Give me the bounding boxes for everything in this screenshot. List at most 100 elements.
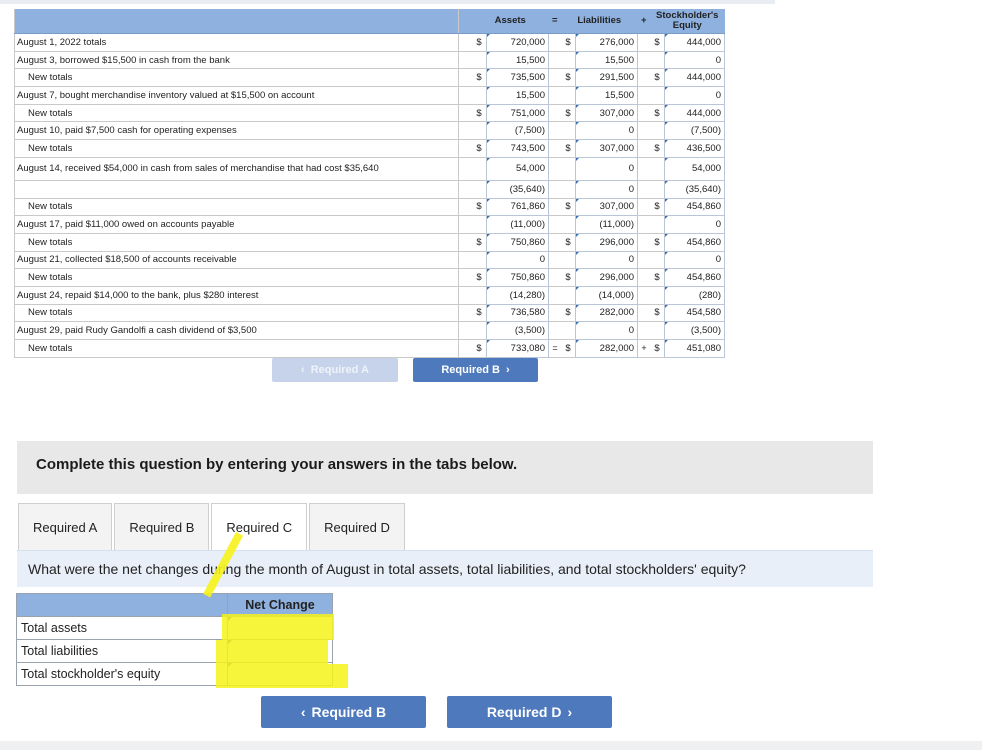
assets-cell[interactable]: 15,500	[486, 86, 549, 105]
row-description: New totals	[14, 139, 459, 158]
equals-sign	[548, 286, 561, 305]
plus-header: +	[637, 9, 650, 34]
table-header-row: Assets = Liabilities + Stockholder's Equi…	[14, 9, 725, 34]
currency-symbol	[561, 215, 576, 234]
equity-cell[interactable]: 0	[664, 250, 725, 270]
row-description: August 29, paid Rudy Gandolfi a cash div…	[14, 321, 459, 340]
liabilities-cell[interactable]: 282,000	[575, 339, 638, 358]
equals-sign	[548, 104, 561, 123]
plus-sign: +	[637, 339, 650, 358]
liabilities-cell[interactable]: 296,000	[575, 232, 638, 252]
row-description: New totals	[14, 68, 459, 88]
liabilities-cell[interactable]: 0	[575, 156, 638, 181]
liabilities-cell[interactable]: 15,500	[575, 86, 638, 105]
equity-cell[interactable]: 54,000	[664, 156, 725, 181]
liabilities-cell[interactable]: 0	[575, 121, 638, 141]
equity-cell[interactable]: 454,860	[664, 232, 725, 252]
question-bar: What were the net changes during the mon…	[17, 550, 873, 587]
assets-cell[interactable]: 750,860	[486, 232, 549, 252]
equity-cell[interactable]: (35,640)	[664, 179, 725, 199]
equity-cell[interactable]: 444,000	[664, 68, 725, 88]
currency-symbol: $	[650, 198, 665, 217]
liabilities-cell[interactable]: 276,000	[575, 33, 638, 52]
assets-cell[interactable]: 761,860	[486, 197, 549, 217]
equity-cell[interactable]: 444,000	[664, 103, 725, 123]
assets-cell[interactable]: (11,000)	[486, 215, 549, 234]
table-row: August 7, bought merchandise inventory v…	[14, 86, 725, 105]
assets-cell[interactable]: 733,080	[486, 339, 549, 358]
equity-cell[interactable]: 454,860	[664, 197, 725, 217]
table-row: New totals $733,080 = $282,000 + $451,080	[14, 339, 725, 358]
assets-cell[interactable]: (35,640)	[486, 179, 549, 199]
row-description	[14, 180, 459, 199]
equity-cell[interactable]: 454,580	[664, 303, 725, 323]
currency-symbol: $	[561, 104, 576, 123]
tab-required-b[interactable]: Required B	[114, 503, 210, 551]
equals-sign	[548, 268, 561, 287]
instruction-banner: Complete this question by entering your …	[17, 441, 873, 494]
assets-cell[interactable]: (3,500)	[486, 321, 549, 340]
equity-cell[interactable]: 451,080	[664, 339, 725, 358]
currency-symbol	[650, 51, 665, 70]
assets-cell[interactable]: 743,500	[486, 139, 549, 158]
tab-required-d[interactable]: Required D	[309, 503, 405, 551]
currency-symbol	[650, 215, 665, 234]
assets-cell[interactable]: (14,280)	[486, 285, 549, 305]
liabilities-cell[interactable]: 296,000	[575, 268, 638, 287]
assets-cell[interactable]: 720,000	[486, 33, 549, 52]
liabilities-cell[interactable]: 307,000	[575, 197, 638, 217]
required-d-button-bottom[interactable]: Required D ›	[447, 696, 612, 728]
liabilities-cell[interactable]: 307,000	[575, 139, 638, 158]
assets-cell[interactable]: 736,580	[486, 303, 549, 323]
table-row: August 24, repaid $14,000 to the bank, p…	[14, 285, 725, 305]
assets-cell[interactable]: 54,000	[486, 156, 549, 181]
currency-symbol	[561, 157, 576, 181]
liabilities-cell[interactable]: 0	[575, 250, 638, 270]
liabilities-cell[interactable]: (14,000)	[575, 285, 638, 305]
currency-symbol	[561, 286, 576, 305]
currency-symbol: $	[561, 233, 576, 252]
total-liabilities-label: Total liabilities	[16, 639, 228, 663]
currency-symbol: $	[650, 339, 665, 358]
equity-cell[interactable]: (7,500)	[664, 121, 725, 141]
assets-cell[interactable]: 735,500	[486, 68, 549, 88]
plus-sign	[637, 233, 650, 252]
row-description: August 17, paid $11,000 owed on accounts…	[14, 215, 459, 234]
liabilities-cell[interactable]: 15,500	[575, 50, 638, 70]
equity-cell[interactable]: (3,500)	[664, 321, 725, 340]
liabilities-cell[interactable]: 307,000	[575, 103, 638, 123]
liabilities-cell[interactable]: 291,500	[575, 68, 638, 88]
equity-cell[interactable]: 0	[664, 215, 725, 234]
liabilities-cell[interactable]: 0	[575, 179, 638, 199]
tab-required-c[interactable]: Required C	[211, 503, 308, 551]
assets-cell[interactable]: 15,500	[486, 50, 549, 70]
plus-sign	[637, 268, 650, 287]
currency-symbol: $	[472, 339, 487, 358]
equity-cell[interactable]: 436,500	[664, 139, 725, 158]
liabilities-cell[interactable]: 0	[575, 321, 638, 340]
required-a-button-top[interactable]: ‹ Required A	[272, 358, 398, 382]
equals-sign	[548, 180, 561, 199]
assets-cell[interactable]: (7,500)	[486, 121, 549, 141]
assets-cell[interactable]: 0	[486, 250, 549, 270]
equity-cell[interactable]: 0	[664, 86, 725, 105]
question-text: What were the net changes during the mon…	[28, 561, 746, 577]
row-description: August 14, received $54,000 in cash from…	[14, 157, 459, 181]
liabilities-cell[interactable]: (11,000)	[575, 215, 638, 234]
equity-cell[interactable]: 454,860	[664, 268, 725, 287]
tab-required-a[interactable]: Required A	[18, 503, 113, 551]
equity-cell[interactable]: 0	[664, 50, 725, 70]
currency-symbol	[650, 321, 665, 340]
equity-cell[interactable]: 444,000	[664, 33, 725, 52]
currency-symbol: $	[650, 68, 665, 88]
liabilities-cell[interactable]: 282,000	[575, 303, 638, 323]
row-description: August 7, bought merchandise inventory v…	[14, 86, 459, 105]
currency-symbol	[650, 157, 665, 181]
required-b-button-bottom[interactable]: ‹ Required B	[261, 696, 426, 728]
assets-cell[interactable]: 751,000	[486, 103, 549, 123]
table-row: New totals $735,500 $291,500 $444,000	[14, 68, 725, 88]
required-b-button-top[interactable]: Required B ›	[413, 358, 538, 382]
assets-cell[interactable]: 750,860	[486, 268, 549, 287]
equity-cell[interactable]: (280)	[664, 285, 725, 305]
row-description: August 1, 2022 totals	[14, 33, 459, 52]
